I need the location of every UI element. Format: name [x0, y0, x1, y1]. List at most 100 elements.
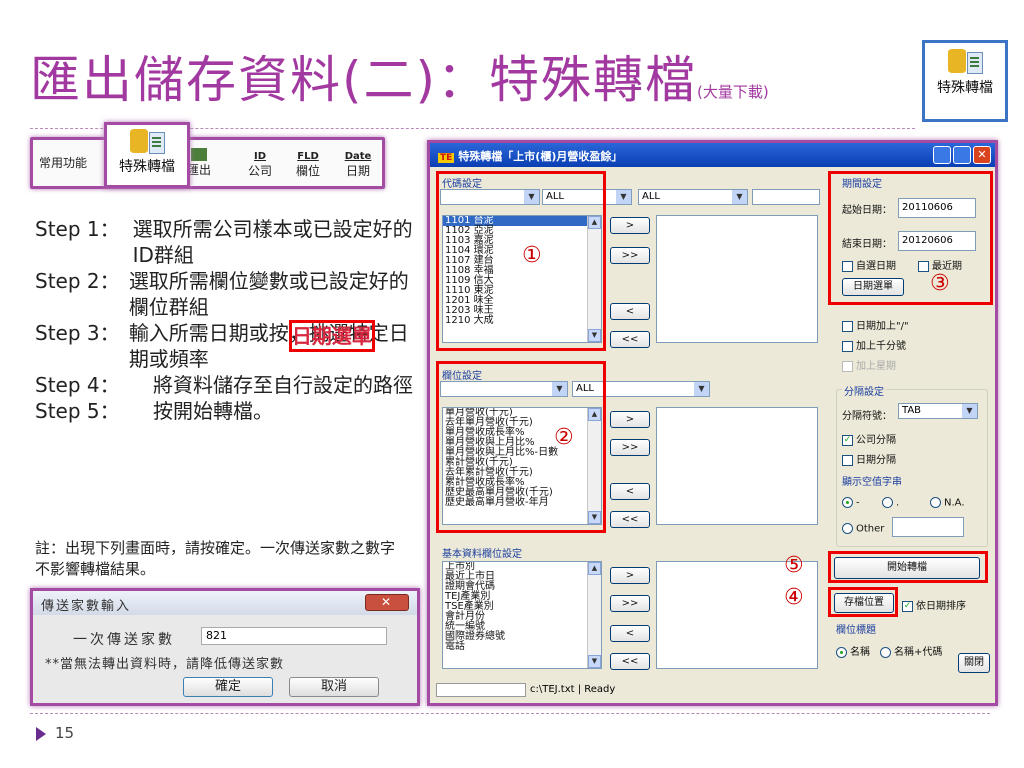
add-all-button[interactable]: >> [610, 247, 650, 264]
basic-field-list[interactable]: 上市別 最近上市日 證期會代碼 TEJ產業別 TSE產業別 會計月份 統一編號 … [442, 561, 602, 669]
marker-4: ④ [784, 585, 804, 610]
add-button[interactable]: > [610, 217, 650, 234]
step-item: Step 1： 選取所需公司樣本或已設定好的ID群組 [35, 217, 413, 267]
empty-other-input[interactable] [892, 517, 964, 537]
close-icon[interactable]: ✕ [973, 146, 991, 164]
chevron-down-icon: ▼ [616, 190, 631, 204]
separator-label: 分隔符號： [842, 411, 892, 422]
add-all-button[interactable]: >> [610, 595, 650, 612]
checkbox-icon [842, 454, 853, 466]
checkbox-icon: ✓ [902, 600, 913, 612]
toolbar-common-label: 常用功能 [39, 156, 88, 170]
empty-dash-radio[interactable]: - [842, 497, 860, 509]
remove-all-button[interactable]: << [610, 653, 650, 670]
code-input[interactable] [752, 189, 820, 205]
separator-select[interactable]: TAB ▼ [898, 403, 978, 419]
dialog-label: 一次傳送家數 [73, 632, 175, 648]
chevron-down-icon: ▼ [694, 382, 709, 396]
chevron-down-icon: ▼ [962, 404, 977, 418]
page-title: 匯出儲存資料(二)：特殊轉檔(大量下載) [30, 51, 769, 109]
status-bar: c:\TEJ.txt | Ready [436, 683, 615, 699]
add-button[interactable]: > [610, 567, 650, 584]
remove-button[interactable]: < [610, 303, 650, 320]
special-convert-icon-badge: 特殊轉檔 [922, 40, 1008, 122]
marker-2: ② [554, 425, 574, 450]
window-titlebar: TE 特殊轉檔「上市(櫃)月營收盈餘」 ✕ [430, 143, 995, 167]
selected-field-list[interactable] [656, 407, 818, 525]
list-item[interactable]: 國際證券總號 [443, 632, 601, 642]
marker-1: ① [522, 243, 542, 268]
marker-3: ③ [930, 271, 950, 296]
radio-icon [842, 497, 853, 508]
close-icon[interactable]: ✕ [365, 594, 409, 611]
remove-all-button[interactable]: << [610, 331, 650, 348]
close-button[interactable]: 關閉 [958, 653, 990, 673]
date-button[interactable]: Date 日期 [337, 150, 379, 178]
highlight-save-box [828, 587, 898, 617]
page-number: 15 [36, 724, 74, 742]
radio-icon [882, 497, 893, 508]
radio-icon [930, 497, 941, 508]
triangle-icon [36, 726, 46, 741]
status-field [436, 683, 526, 697]
database-icon [129, 129, 148, 153]
empty-other-radio[interactable]: Other [842, 523, 884, 535]
remove-all-button[interactable]: << [610, 511, 650, 528]
add-button[interactable]: > [610, 411, 650, 428]
company-sep-checkbox[interactable]: ✓ 公司分隔 [842, 431, 896, 446]
tej-logo-icon: TE [438, 153, 455, 163]
export-button[interactable]: 匯出 [187, 148, 211, 177]
database-icon [947, 49, 966, 73]
highlight-field-box [436, 361, 606, 533]
minimize-icon[interactable] [933, 146, 951, 164]
maximize-icon[interactable] [953, 146, 971, 164]
transfer-count-dialog: 傳送家數輸入 ✕ 一次傳送家數 821 **當無法轉出資料時，請降低傳送家數 確定… [30, 588, 420, 706]
date-sep-checkbox[interactable]: 日期分隔 [842, 451, 896, 466]
step-item: Step 3： 輸入所需日期或按 日期選單 ，挑選特定日期或頻率 [35, 320, 409, 371]
step-item: Step 2： 選取所需欄位變數或已設定好的欄位群組 [35, 269, 409, 319]
special-convert-window: TE 特殊轉檔「上市(櫃)月營收盈餘」 ✕ 代碼設定 ▼ ALL ▼ ALL ▼ 11… [427, 140, 998, 706]
highlight-period-box [828, 171, 993, 305]
scrollbar[interactable]: ▲ ▼ [587, 562, 601, 668]
radio-icon [842, 523, 853, 534]
checkbox-icon [842, 340, 853, 352]
empty-na-radio[interactable]: N.A. [930, 497, 965, 509]
highlight-code-box [436, 171, 606, 351]
document-icon [148, 132, 165, 154]
export-icon [191, 148, 207, 161]
id-company-button[interactable]: ID 公司 [239, 150, 281, 178]
checkbox-icon [842, 360, 853, 372]
dialog-warning: **當無法轉出資料時，請降低傳送家數 [45, 657, 285, 672]
checkbox-icon: ✓ [842, 434, 853, 446]
remove-button[interactable]: < [610, 625, 650, 642]
header-name-code-radio[interactable]: 名稱+代碼 [880, 643, 942, 658]
remove-button[interactable]: < [610, 483, 650, 500]
radio-icon [880, 646, 891, 658]
chevron-down-icon: ▼ [732, 190, 747, 204]
weekday-checkbox[interactable]: 加上星期 [842, 357, 896, 372]
separator-settings-label: 分隔設定 [842, 383, 886, 398]
special-convert-button[interactable]: 特殊轉檔 [104, 122, 190, 188]
thousand-sep-checkbox[interactable]: 加上千分號 [842, 337, 906, 352]
empty-dot-radio[interactable]: . [882, 497, 899, 509]
code-combo-3[interactable]: ALL ▼ [638, 189, 748, 205]
marker-5: ⑤ [784, 553, 804, 578]
scroll-down-icon[interactable]: ▼ [588, 655, 601, 668]
scroll-up-icon[interactable]: ▲ [588, 562, 601, 575]
checkbox-icon [842, 320, 853, 332]
ok-button[interactable]: 確定 [183, 677, 273, 697]
selected-code-list[interactable] [656, 215, 818, 343]
fld-field-button[interactable]: FLD 欄位 [287, 150, 329, 178]
basic-settings-label: 基本資料欄位設定 [442, 549, 522, 560]
steps-list: Step 1： 選取所需公司樣本或已設定好的ID群組 Step 2： 選取所需欄位變… [35, 216, 415, 424]
cancel-button[interactable]: 取消 [289, 677, 379, 697]
sort-by-date-checkbox[interactable]: ✓ 依日期排序 [902, 597, 966, 612]
add-all-button[interactable]: >> [610, 439, 650, 456]
document-icon [966, 52, 983, 74]
date-slash-checkbox[interactable]: 日期加上"/" [842, 317, 909, 332]
header-name-radio[interactable]: 名稱 [836, 643, 870, 658]
note-text: 註：出現下列畫面時，請按確定。一次傳送家數之數字不影響轉檔結果。 [35, 539, 396, 578]
header-title-label: 欄位標題 [836, 625, 876, 636]
list-item[interactable]: 電話 [443, 642, 601, 652]
transfer-count-input[interactable]: 821 [201, 627, 387, 645]
